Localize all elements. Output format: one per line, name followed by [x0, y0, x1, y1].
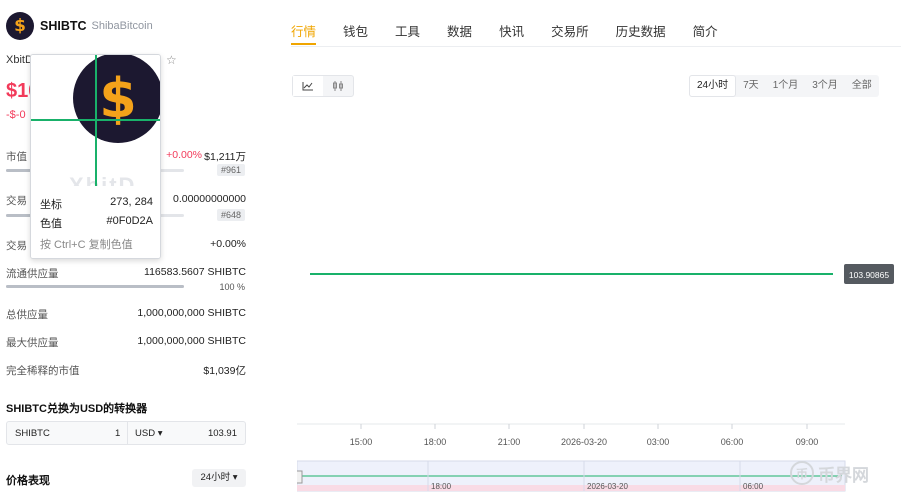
navigator-tick-label: 18:00 [431, 482, 452, 491]
stat-value: +0.00% [210, 238, 246, 250]
converter-title: SHIBTC兑换为USD的转换器 [6, 403, 148, 415]
converter-from-symbol: SHIBTC [15, 428, 50, 439]
color-picker-magnifier: $ XbitD 坐标 273, 284 色值 #0F0D2A 按 Ctrl+C … [30, 54, 161, 259]
range-3m[interactable]: 3个月 [805, 75, 845, 97]
chevron-down-icon: ▾ [157, 428, 163, 439]
stat-value: 1,000,000,000 SHIBTC [137, 335, 246, 347]
navigator-handle-left [297, 470, 303, 484]
stat-label: 最大供应量 [6, 337, 59, 349]
stat-value: 116583.5607 SHIBTC [144, 266, 246, 278]
stat-label: 流通供应量 [6, 268, 59, 280]
tab-exchanges[interactable]: 交易所 [551, 21, 589, 45]
coin-symbol: SHIBTC [40, 19, 87, 33]
stat-label: 交易 [6, 240, 27, 252]
tab-history[interactable]: 历史数据 [616, 21, 666, 45]
color-label: 色值 [40, 218, 62, 230]
tab-tools[interactable]: 工具 [395, 21, 420, 45]
tab-intro[interactable]: 简介 [693, 21, 718, 45]
stat-value: 0.00000000000 [173, 193, 246, 205]
coin-header: $ SHIBTC ShibaBitcoin [6, 12, 153, 40]
x-tick-label: 09:00 [796, 437, 819, 447]
last-price-label: 103.90865 [849, 270, 889, 280]
x-tick-label: 2026-03-20 [561, 437, 607, 447]
time-range-selector: 24小时 7天 1个月 3个月 全部 [689, 75, 879, 97]
x-tick-label: 06:00 [721, 437, 744, 447]
x-tick-label: 15:00 [350, 437, 373, 447]
converter-to-amount[interactable]: 103.91 [208, 428, 237, 439]
coin-name: ShibaBitcoin [91, 20, 153, 32]
tab-market[interactable]: 行情 [291, 21, 317, 45]
magnifier-info: 坐标 273, 284 色值 #0F0D2A 按 Ctrl+C 复制色值 [31, 186, 160, 258]
watermark: 币 币界网 [790, 460, 890, 486]
currency-converter: SHIBTC 1 USD ▾ 103.91 [6, 421, 246, 445]
x-tick-label: 18:00 [424, 437, 447, 447]
volume-rank-badge: #648 [216, 209, 245, 221]
price-chart-svg: 103.90865 15:00 18:00 21:00 2026-03-20 03:00 0… [297, 264, 894, 492]
tab-data[interactable]: 数据 [447, 21, 472, 45]
stat-value: $1,039亿 [203, 365, 246, 377]
price-change: -$-0 [6, 109, 26, 121]
stat-value: 1,000,000,000 SHIBTC [137, 307, 246, 319]
candlestick-icon[interactable] [323, 76, 353, 96]
stat-label: 总供应量 [6, 309, 48, 321]
chart-type-toggle [292, 75, 354, 97]
favorite-star-icon[interactable]: ☆ [166, 53, 177, 67]
performance-period-select[interactable]: 24小时 ▾ [192, 469, 246, 487]
stat-label: 市值 [6, 151, 27, 163]
tabs-divider [291, 46, 901, 47]
stat-total-supply: 总供应量 1,000,000,000 SHIBTC [6, 307, 246, 321]
coin-logo-icon: $ [73, 55, 160, 143]
watermark-text: 币界网 [818, 465, 869, 485]
exchange-name: XbitD [6, 54, 33, 66]
circulating-bar [6, 285, 184, 288]
price-chart[interactable]: 103.90865 15:00 18:00 21:00 2026-03-20 03:00 0… [297, 105, 901, 500]
magnified-view: $ XbitD [31, 55, 160, 186]
performance-title: 价格表现 [6, 475, 50, 487]
crosshair-vertical [95, 55, 97, 186]
coord-label: 坐标 [40, 199, 62, 211]
navigator-tick-label: 2026-03-20 [587, 482, 628, 491]
stat-label: 交易 [6, 195, 27, 207]
stat-fdv: 完全稀释的市值 $1,039亿 [6, 363, 246, 377]
market-cap-rank-badge: #961 [216, 164, 245, 176]
range-7d[interactable]: 7天 [736, 75, 766, 97]
navigator-tick-label: 06:00 [743, 482, 764, 491]
line-chart-icon[interactable] [293, 76, 323, 96]
copy-hint: 按 Ctrl+C 复制色值 [40, 239, 133, 251]
stat-max-supply: 最大供应量 1,000,000,000 SHIBTC [6, 335, 246, 349]
chevron-down-icon: ▾ [232, 472, 238, 483]
stat-label: 完全稀释的市值 [6, 365, 80, 377]
magnified-text: XbitD [69, 173, 137, 186]
x-tick-label: 21:00 [498, 437, 521, 447]
x-tick-label: 03:00 [647, 437, 670, 447]
coin-logo-icon: $ [6, 12, 34, 40]
main-tabs: 行情 钱包 工具 数据 快讯 交易所 历史数据 简介 [291, 21, 745, 45]
color-value: #0F0D2A [106, 215, 153, 227]
converter-from-amount[interactable]: 1 [115, 428, 120, 439]
stat-value: $1,211万 [204, 151, 246, 163]
watermark-logo-icon: 币 [790, 461, 814, 485]
stat-circulating-supply: 流通供应量 116583.5607 SHIBTC [6, 266, 246, 280]
tab-news[interactable]: 快讯 [499, 21, 524, 45]
converter-to-currency-select[interactable]: USD ▾ [135, 428, 162, 439]
coord-value: 273, 284 [110, 196, 153, 208]
tab-wallet[interactable]: 钱包 [343, 21, 368, 45]
circulating-percent: 100 % [219, 282, 245, 292]
range-all[interactable]: 全部 [845, 75, 879, 97]
range-1m[interactable]: 1个月 [766, 75, 806, 97]
range-24h[interactable]: 24小时 [689, 75, 737, 97]
converter-divider [127, 422, 128, 444]
stat-percent: +0.00% [166, 149, 202, 161]
